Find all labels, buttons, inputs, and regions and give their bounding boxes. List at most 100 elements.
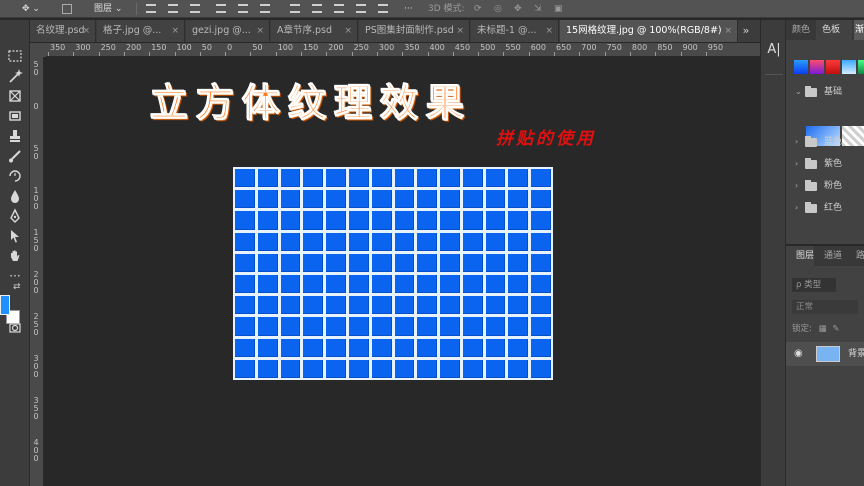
document-image[interactable] xyxy=(233,167,553,380)
tab-5[interactable]: 未标题-1 @... × xyxy=(471,20,559,42)
ruler-tick-label: 150 xyxy=(303,43,319,52)
grid-tile xyxy=(235,296,255,315)
align-top-icon[interactable] xyxy=(146,4,156,13)
close-icon[interactable]: × xyxy=(256,20,264,42)
close-icon[interactable]: × xyxy=(724,20,732,42)
tab-overflow-icon[interactable]: » xyxy=(738,20,754,42)
auto-select-checkbox[interactable] xyxy=(62,4,72,14)
layer-name[interactable]: 背景 xyxy=(848,342,864,366)
crop-tool-icon[interactable] xyxy=(7,88,23,104)
chevron-right-icon[interactable]: › xyxy=(795,198,798,218)
tab-label: 未标题-1 @... xyxy=(477,25,537,36)
frame-tool-icon[interactable] xyxy=(7,108,23,124)
swatch-recent-4[interactable] xyxy=(842,60,856,74)
ruler-tick-label: 50 xyxy=(33,60,39,77)
swatch-group-purple[interactable]: › 紫色 xyxy=(786,154,864,174)
swatch-group-blue[interactable]: › 蓝色 xyxy=(786,132,864,152)
distribute-bottom-icon[interactable] xyxy=(334,4,344,13)
chevron-right-icon[interactable]: › xyxy=(795,154,798,174)
magic-wand-tool-icon[interactable] xyxy=(7,68,23,84)
align-left-icon[interactable] xyxy=(216,4,226,13)
grid-tile xyxy=(417,253,438,272)
swatch-group-red[interactable]: › 红色 xyxy=(786,198,864,218)
tab-paths[interactable]: 路 xyxy=(856,246,864,266)
close-icon[interactable]: × xyxy=(171,20,179,42)
grid-tile xyxy=(257,359,278,378)
grid-tile xyxy=(303,232,324,251)
swatch-recent-1[interactable] xyxy=(794,60,808,74)
tab-channels[interactable]: 通道 xyxy=(824,246,842,266)
align-right-icon[interactable] xyxy=(260,4,270,13)
pen-tool-icon[interactable] xyxy=(7,208,23,224)
ruler-tick-label: 650 xyxy=(556,43,572,52)
close-icon[interactable]: × xyxy=(456,20,464,42)
distribute-vcenter-icon[interactable] xyxy=(312,4,322,13)
brush-tool-icon[interactable] xyxy=(7,148,23,164)
ruler-tick-label: 50 xyxy=(33,144,39,161)
tab-gradients[interactable]: 渐 xyxy=(854,20,864,40)
chevron-right-icon[interactable]: › xyxy=(795,132,798,152)
tab-1[interactable]: 格子.jpg @... × xyxy=(97,20,185,42)
tab-2[interactable]: gezi.jpg @... × xyxy=(186,20,270,42)
align-bottom-icon[interactable] xyxy=(190,4,200,13)
swatch-group-pink[interactable]: › 粉色 xyxy=(786,176,864,196)
slide-3d-icon[interactable]: ⇲ xyxy=(534,2,542,16)
layer-select-dropdown[interactable]: 图层 ⌄ xyxy=(94,2,122,16)
grid-tile xyxy=(440,190,460,209)
visibility-eye-icon[interactable]: ◉ xyxy=(794,348,803,359)
tab-6-active[interactable]: 15网格纹理.jpg @ 100%(RGB/8#) × xyxy=(560,20,738,42)
tab-0[interactable]: 名纹理.psd × xyxy=(30,20,96,42)
scale-3d-icon[interactable]: ▣ xyxy=(554,2,563,16)
history-brush-tool-icon[interactable] xyxy=(7,168,23,184)
tab-color[interactable]: 颜色 xyxy=(792,20,810,40)
lock-pixels-icon[interactable]: ✎ xyxy=(832,324,839,334)
quick-mask-icon[interactable] xyxy=(8,320,24,336)
grid-tile xyxy=(326,211,346,230)
grid-tile xyxy=(531,275,551,294)
align-vcenter-icon[interactable] xyxy=(168,4,178,13)
grid-tile xyxy=(508,296,529,315)
grid-tile xyxy=(462,317,483,336)
blend-mode-dropdown[interactable]: 正常 xyxy=(792,300,858,314)
swatch-group-basic[interactable]: ⌄ 基础 xyxy=(786,82,864,102)
tab-3[interactable]: A章节序.psd × xyxy=(271,20,358,42)
tab-4[interactable]: PS图集封面制作.psd × xyxy=(359,20,470,42)
vertical-ruler[interactable]: 50 0 50 100 150 200 250 300 350 400 xyxy=(30,57,44,486)
grid-tile xyxy=(280,253,301,272)
ruler-tick-label: 700 xyxy=(581,43,597,52)
align-hcenter-icon[interactable] xyxy=(238,4,248,13)
roll-3d-icon[interactable]: ◎ xyxy=(494,2,502,16)
layer-filter-dropdown[interactable]: ρ 类型 xyxy=(792,278,836,292)
distribute-right-icon[interactable] xyxy=(378,4,388,13)
tab-swatches[interactable]: 色板 xyxy=(816,20,852,40)
swatch-recent-5[interactable] xyxy=(858,60,864,74)
swap-colors-icon[interactable]: ⇄ xyxy=(13,282,29,298)
close-icon[interactable]: × xyxy=(545,20,553,42)
blur-tool-icon[interactable] xyxy=(7,188,23,204)
move-tool-icon[interactable]: ✥ ⌄ xyxy=(22,2,40,16)
hand-tool-icon[interactable] xyxy=(7,248,23,264)
distribute-top-icon[interactable] xyxy=(290,4,300,13)
horizontal-ruler[interactable]: 350 300 250 200 150 100 50 0 50 100 150 200 250 300 35… xyxy=(46,43,760,57)
distribute-left-icon[interactable] xyxy=(356,4,366,13)
path-selection-tool-icon[interactable] xyxy=(7,228,23,244)
grid-tile xyxy=(462,169,483,188)
grid-tile xyxy=(257,169,278,188)
foreground-color-swatch[interactable] xyxy=(0,295,10,315)
lock-transparent-icon[interactable]: ▦ xyxy=(819,324,827,334)
layer-row[interactable]: ◉ 背景 xyxy=(786,342,864,366)
marquee-tool-icon[interactable] xyxy=(7,48,23,64)
stamp-tool-icon[interactable] xyxy=(7,128,23,144)
more-options-icon[interactable]: ··· xyxy=(404,2,413,16)
rotate-3d-icon[interactable]: ⟳ xyxy=(474,2,482,16)
pan-3d-icon[interactable]: ✥ xyxy=(514,2,522,16)
chevron-down-icon[interactable]: ⌄ xyxy=(795,82,802,102)
close-icon[interactable]: × xyxy=(82,20,90,42)
close-icon[interactable]: × xyxy=(344,20,352,42)
tab-layers[interactable]: 图层 xyxy=(786,246,814,266)
chevron-right-icon[interactable]: › xyxy=(795,176,798,196)
swatch-recent-3[interactable] xyxy=(826,60,840,74)
character-panel-icon[interactable]: A| xyxy=(767,42,781,58)
swatch-recent-2[interactable] xyxy=(810,60,824,74)
grid-tile xyxy=(531,317,551,336)
